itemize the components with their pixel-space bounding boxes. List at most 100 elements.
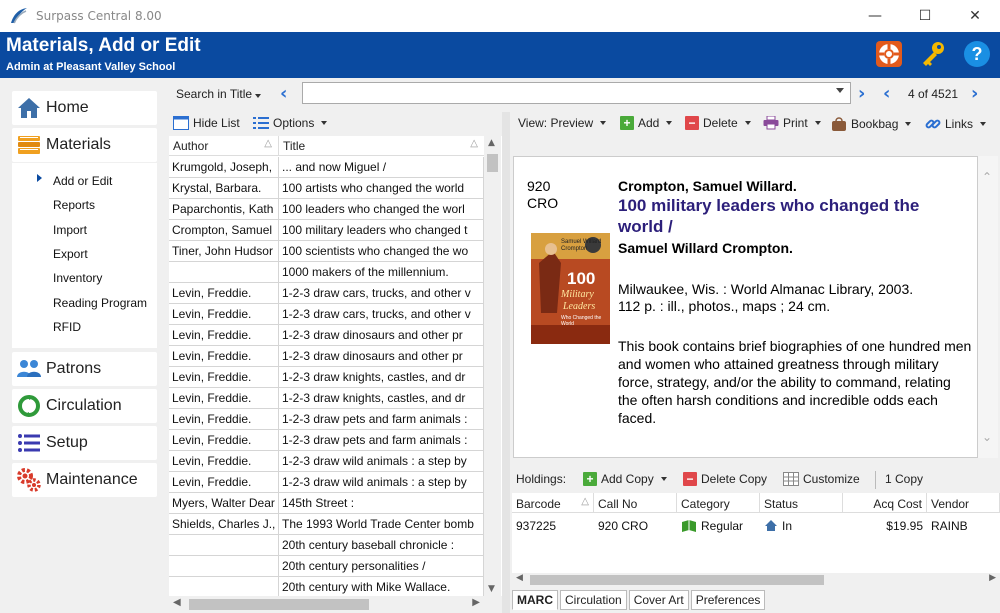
column-header-barcode[interactable]: Barcode △ xyxy=(512,493,594,513)
table-row[interactable]: Shields, Charles J., The 1993 World Trade… xyxy=(169,514,484,535)
sidebar-item-materials[interactable]: Materials xyxy=(12,128,157,162)
tab-cover-art[interactable]: Cover Art xyxy=(628,590,689,610)
author-cell[interactable]: Levin, Freddie. xyxy=(169,409,279,430)
table-row[interactable]: Levin, Freddie. 1-2-3 draw knights, castl… xyxy=(169,367,484,388)
title-cell[interactable]: 20th century with Mike Wallace. xyxy=(279,577,484,596)
table-row[interactable]: Levin, Freddie. 1-2-3 draw wild animals :… xyxy=(169,451,484,472)
help-question-icon[interactable]: ? xyxy=(962,39,992,69)
list-vertical-scrollbar[interactable]: ▲ ▼ xyxy=(484,136,501,596)
author-cell[interactable]: Shields, Charles J., xyxy=(169,514,279,535)
table-row[interactable]: Crompton, Samuel 100 military leaders who… xyxy=(169,220,484,241)
maximize-button[interactable]: ☐ xyxy=(900,0,950,32)
author-cell[interactable] xyxy=(169,262,279,283)
bookbag-button[interactable]: Bookbag xyxy=(831,116,912,132)
previous-search-icon[interactable]: ‹ xyxy=(280,83,287,104)
scroll-right-icon[interactable]: ▶ xyxy=(989,573,996,583)
author-cell[interactable]: Levin, Freddie. xyxy=(169,472,279,493)
author-cell[interactable]: Levin, Freddie. xyxy=(169,430,279,451)
author-cell[interactable] xyxy=(169,556,279,577)
search-mode-dropdown[interactable]: Search in Title xyxy=(176,87,262,101)
sidebar-item-home[interactable]: Home xyxy=(12,91,157,125)
title-cell[interactable]: 100 artists who changed the world xyxy=(279,178,484,199)
search-history-dropdown-icon[interactable] xyxy=(836,88,844,93)
author-cell[interactable]: Levin, Freddie. xyxy=(169,346,279,367)
author-cell[interactable] xyxy=(169,577,279,596)
column-header-vendor[interactable]: Vendor xyxy=(927,493,1000,513)
table-row[interactable]: Levin, Freddie. 1-2-3 draw dinosaurs and … xyxy=(169,325,484,346)
author-cell[interactable]: Levin, Freddie. xyxy=(169,367,279,388)
title-cell[interactable]: 20th century personalities / xyxy=(279,556,484,577)
column-header-acq-cost[interactable]: Acq Cost xyxy=(843,493,927,513)
next-search-icon[interactable]: › xyxy=(858,83,865,104)
column-header-author[interactable]: Author △ xyxy=(169,136,279,156)
table-row[interactable]: 20th century baseball chronicle : xyxy=(169,535,484,556)
holding-status[interactable]: In xyxy=(760,514,843,534)
options-button[interactable]: Options xyxy=(253,116,328,130)
author-cell[interactable]: Krumgold, Joseph, xyxy=(169,157,279,178)
tab-marc[interactable]: MARC xyxy=(512,590,558,610)
title-cell[interactable]: 1-2-3 draw cars, trucks, and other v xyxy=(279,304,484,325)
search-input[interactable] xyxy=(302,82,851,104)
add-button[interactable]: + Add xyxy=(620,116,673,130)
submenu-export[interactable]: Export xyxy=(53,247,88,261)
pane-splitter[interactable] xyxy=(502,112,510,613)
scroll-thumb[interactable] xyxy=(530,575,824,585)
scroll-down-icon[interactable]: ▼ xyxy=(488,584,495,594)
title-cell[interactable]: 1-2-3 draw wild animals : a step by xyxy=(279,451,484,472)
customize-button[interactable]: Customize xyxy=(783,472,860,486)
title-cell[interactable]: 100 military leaders who changed t xyxy=(279,220,484,241)
scroll-up-icon[interactable]: ▲ xyxy=(488,138,495,148)
submenu-rfid[interactable]: RFID xyxy=(53,320,81,334)
table-row[interactable]: Krystal, Barbara. 100 artists who changed… xyxy=(169,178,484,199)
table-row[interactable]: Krumgold, Joseph,... and now Miguel / xyxy=(169,157,484,178)
holdings-horizontal-scrollbar[interactable]: ◀ ▶ xyxy=(512,573,1000,587)
author-cell[interactable]: Tiner, John Hudsor xyxy=(169,241,279,262)
holding-acq-cost[interactable]: $19.95 xyxy=(843,514,927,534)
table-row[interactable]: 20th century personalities / xyxy=(169,556,484,577)
title-cell[interactable]: 145th Street : xyxy=(279,493,484,514)
view-mode-dropdown[interactable]: View: Preview xyxy=(518,116,607,130)
author-cell[interactable]: Krystal, Barbara. xyxy=(169,178,279,199)
sidebar-item-circulation[interactable]: Circulation xyxy=(12,389,157,423)
sidebar-item-maintenance[interactable]: Maintenance xyxy=(12,463,157,497)
holding-vendor[interactable]: RAINB xyxy=(927,514,1000,534)
author-cell[interactable]: Paparchontis, Kath xyxy=(169,199,279,220)
table-row[interactable]: Myers, Walter Dear 145th Street : xyxy=(169,493,484,514)
tab-preferences[interactable]: Preferences xyxy=(690,590,766,610)
author-cell[interactable]: Levin, Freddie. xyxy=(169,304,279,325)
table-row[interactable]: Levin, Freddie. 1-2-3 draw knights, castl… xyxy=(169,388,484,409)
column-header-call-no[interactable]: Call No xyxy=(594,493,677,513)
table-row[interactable]: Tiner, John Hudsor 100 scientists who cha… xyxy=(169,241,484,262)
table-row[interactable]: Levin, Freddie. 1-2-3 draw pets and farm … xyxy=(169,430,484,451)
title-cell[interactable]: 1-2-3 draw pets and farm animals : xyxy=(279,430,484,451)
author-cell[interactable] xyxy=(169,535,279,556)
author-cell[interactable]: Levin, Freddie. xyxy=(169,283,279,304)
table-row[interactable]: Levin, Freddie. 1-2-3 draw pets and farm … xyxy=(169,409,484,430)
scroll-down-icon[interactable]: ⌄ xyxy=(982,430,992,444)
author-cell[interactable]: Levin, Freddie. xyxy=(169,451,279,472)
title-cell[interactable]: 1-2-3 draw cars, trucks, and other v xyxy=(279,283,484,304)
tab-circulation[interactable]: Circulation xyxy=(560,590,627,610)
table-row[interactable]: Levin, Freddie. 1-2-3 draw cars, trucks, … xyxy=(169,304,484,325)
close-button[interactable]: ✕ xyxy=(950,0,1000,32)
title-cell[interactable]: 1-2-3 draw dinosaurs and other pr xyxy=(279,325,484,346)
next-record-icon[interactable]: › xyxy=(971,83,978,104)
title-cell[interactable]: 100 scientists who changed the wo xyxy=(279,241,484,262)
sidebar-item-setup[interactable]: Setup xyxy=(12,426,157,460)
table-row[interactable]: 20th century with Mike Wallace. xyxy=(169,577,484,596)
previous-record-icon[interactable]: ‹ xyxy=(883,83,890,104)
author-cell[interactable]: Myers, Walter Dear xyxy=(169,493,279,514)
submenu-add-or-edit[interactable]: Add or Edit xyxy=(53,174,112,188)
author-cell[interactable]: Levin, Freddie. xyxy=(169,388,279,409)
add-copy-button[interactable]: + Add Copy xyxy=(583,472,667,486)
submenu-import[interactable]: Import xyxy=(53,223,87,237)
column-header-category[interactable]: Category xyxy=(677,493,760,513)
submenu-reading-program[interactable]: Reading Program xyxy=(53,296,147,310)
table-row[interactable]: Levin, Freddie. 1-2-3 draw wild animals :… xyxy=(169,472,484,493)
scroll-up-icon[interactable]: ⌃ xyxy=(982,170,992,184)
list-horizontal-scrollbar[interactable]: ◀ ▶ xyxy=(169,596,484,613)
table-row[interactable]: Paparchontis, Kath 100 leaders who change… xyxy=(169,199,484,220)
scroll-left-icon[interactable]: ◀ xyxy=(516,573,523,583)
author-cell[interactable]: Crompton, Samuel xyxy=(169,220,279,241)
column-header-status[interactable]: Status xyxy=(760,493,843,513)
